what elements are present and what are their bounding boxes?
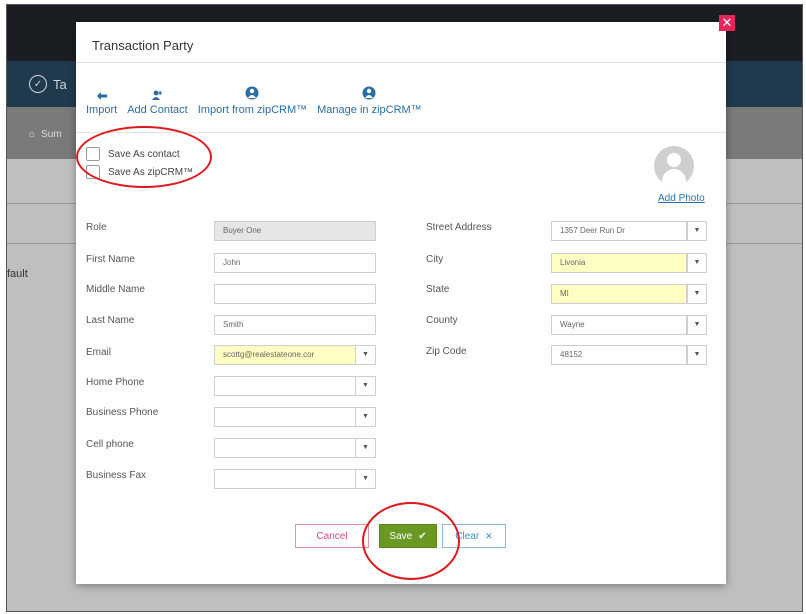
save-as-contact-checkbox[interactable]	[86, 147, 100, 161]
checkmark-icon: ✔	[418, 530, 427, 542]
import-from-zipcrm-button[interactable]: Import from zipCRM™	[198, 74, 307, 116]
state-field[interactable]: MI	[551, 284, 687, 304]
add-contact-button[interactable]: Add Contact	[127, 74, 188, 116]
close-icon: ✕	[485, 530, 493, 541]
last-name-label: Last Name	[86, 315, 135, 326]
email-label: Email	[86, 347, 112, 358]
save-as-zipcrm-row[interactable]: Save As zipCRM™	[86, 165, 193, 179]
cell-phone-field[interactable]	[214, 438, 356, 458]
business-fax-field[interactable]	[214, 469, 356, 489]
avatar-placeholder-icon	[654, 146, 694, 186]
role-field: Buyer One	[214, 221, 376, 241]
manage-in-zipcrm-button[interactable]: Manage in zipCRM™	[317, 74, 422, 116]
home-phone-dropdown-button[interactable]: ▼	[356, 376, 376, 396]
street-address-label: Street Address	[426, 222, 492, 233]
modal-toolbar: Import Add Contact Import from zipCRM™ M…	[86, 74, 432, 116]
first-name-field[interactable]: John	[214, 253, 376, 273]
county-field[interactable]: Wayne	[551, 315, 687, 335]
zipcrm-icon	[245, 74, 259, 100]
city-field[interactable]: Livonia	[551, 253, 687, 273]
street-address-field[interactable]: 1357 Deer Run Dr	[551, 221, 687, 241]
divider	[76, 132, 726, 133]
import-icon	[96, 74, 107, 100]
business-fax-dropdown-button[interactable]: ▼	[356, 469, 376, 489]
state-dropdown-button[interactable]: ▼	[687, 284, 707, 304]
business-phone-field[interactable]	[214, 407, 356, 427]
transaction-party-modal: Transaction Party Import Add Contact Imp…	[76, 22, 726, 584]
county-label: County	[426, 315, 458, 326]
cell-phone-dropdown-button[interactable]: ▼	[356, 438, 376, 458]
close-icon: ✕	[721, 15, 733, 30]
add-contact-icon	[152, 74, 163, 100]
modal-title: Transaction Party	[92, 38, 194, 53]
role-label: Role	[86, 222, 107, 233]
city-label: City	[426, 254, 444, 265]
background-row-text: fault	[7, 268, 28, 280]
clear-button[interactable]: Clear ✕	[442, 524, 506, 548]
save-as-zipcrm-label: Save As zipCRM™	[108, 166, 194, 178]
add-photo-link[interactable]: Add Photo	[658, 193, 705, 204]
zip-code-dropdown-button[interactable]: ▼	[687, 345, 707, 365]
check-circle-icon: ✓	[29, 75, 47, 93]
modal-close-button[interactable]: ✕	[719, 15, 735, 31]
save-as-contact-row[interactable]: Save As contact	[86, 147, 180, 161]
middle-name-label: Middle Name	[86, 284, 145, 295]
business-phone-label: Business Phone	[86, 407, 159, 418]
state-label: State	[426, 284, 450, 295]
last-name-field[interactable]: Smith	[214, 315, 376, 335]
nav-item-tasks: ✓ Ta	[29, 75, 67, 93]
business-phone-dropdown-button[interactable]: ▼	[356, 407, 376, 427]
import-button[interactable]: Import	[86, 74, 117, 116]
save-as-contact-label: Save As contact	[108, 148, 180, 160]
email-field[interactable]: scottg@realestateone.cor	[214, 345, 356, 365]
business-fax-label: Business Fax	[86, 470, 147, 481]
save-as-zipcrm-checkbox[interactable]	[86, 165, 100, 179]
street-address-dropdown-button[interactable]: ▼	[687, 221, 707, 241]
city-dropdown-button[interactable]: ▼	[687, 253, 707, 273]
email-dropdown-button[interactable]: ▼	[356, 345, 376, 365]
breadcrumb: ⌂ Sum	[29, 129, 62, 140]
zipcrm-icon	[362, 74, 376, 100]
zip-code-label: Zip Code	[426, 346, 467, 357]
county-dropdown-button[interactable]: ▼	[687, 315, 707, 335]
cell-phone-label: Cell phone	[86, 439, 134, 450]
home-icon: ⌂	[29, 129, 36, 140]
cancel-button[interactable]: Cancel	[295, 524, 369, 548]
save-button[interactable]: Save ✔	[379, 524, 437, 548]
home-phone-field[interactable]	[214, 376, 356, 396]
middle-name-field[interactable]	[214, 284, 376, 304]
home-phone-label: Home Phone	[86, 377, 145, 388]
divider	[76, 62, 726, 63]
first-name-label: First Name	[86, 254, 135, 265]
zip-code-field[interactable]: 48152	[551, 345, 687, 365]
